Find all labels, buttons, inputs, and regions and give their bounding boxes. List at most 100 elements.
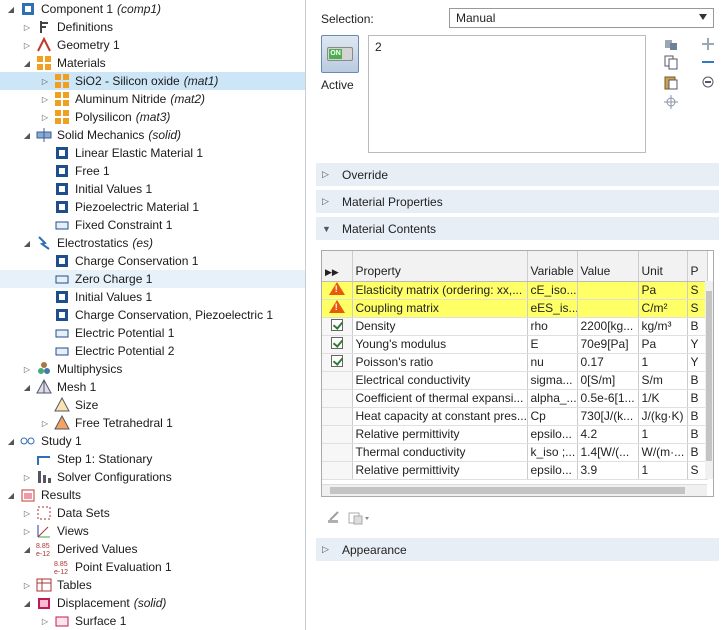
cell-unit[interactable]: Pa [638,281,688,300]
copy-icon[interactable] [662,53,680,71]
tree-item[interactable]: Fixed Constraint 1 [0,216,305,234]
tree-item[interactable]: ◢ Materials [0,54,305,72]
cell-unit[interactable]: J/(kg·K) [638,407,688,426]
table-row[interactable]: ! Coupling matrix eES_is... C/m² S [322,299,708,318]
tree-item[interactable]: Electric Potential 2 [0,342,305,360]
tree-item[interactable]: ◢ Electrostatics (es) [0,234,305,252]
add-icon[interactable] [699,35,717,53]
collapsed-arrow-icon[interactable]: ▷ [40,112,50,122]
cell-property[interactable]: Heat capacity at constant pres... [352,407,528,426]
cell-variable[interactable]: epsilo... [527,461,578,480]
tree-item[interactable]: ◢ Solid Mechanics (solid) [0,126,305,144]
zoom-to-selection-icon[interactable] [662,93,680,111]
collapsed-arrow-icon[interactable]: ▷ [40,418,50,428]
expanded-arrow-icon[interactable]: ◢ [6,436,16,446]
tree-item[interactable]: ▷ Surface 1 [0,612,305,630]
cell-property[interactable]: Young's modulus [352,335,528,354]
cell-p[interactable]: B [687,425,708,444]
active-toggle-button[interactable]: ON [321,35,359,73]
collapsed-arrow-icon[interactable]: ▷ [22,580,32,590]
cell-p[interactable]: Y [687,353,708,372]
expanded-arrow-icon[interactable]: ◢ [22,382,32,392]
cell-unit[interactable]: kg/m³ [638,317,688,336]
table-row[interactable]: Heat capacity at constant pres... Cp 730[J… [322,407,708,426]
tree-item[interactable]: ▷ Solver Configurations [0,468,305,486]
expanded-arrow-icon[interactable]: ◢ [6,490,16,500]
cell-variable[interactable]: sigma... [527,371,578,390]
cell-variable[interactable]: Cp [527,407,578,426]
table-row[interactable]: Poisson's ratio nu 0.17 1 Y [322,353,708,372]
tree-item[interactable]: Step 1: Stationary [0,450,305,468]
table-row[interactable]: Coefficient of thermal expansi... alpha_.… [322,389,708,408]
section-material-contents[interactable]: ▼ Material Contents [316,217,719,241]
cell-value[interactable]: 70e9[Pa] [577,335,639,354]
cell-p[interactable]: S [687,299,708,318]
cell-variable[interactable]: cE_iso... [527,281,578,300]
cell-value[interactable]: 0.17 [577,353,639,372]
tree-item[interactable]: ▷ Data Sets [0,504,305,522]
expanded-arrow-icon[interactable]: ◢ [22,544,32,554]
cell-p[interactable]: S [687,461,708,480]
collapsed-arrow-icon[interactable]: ▷ [40,76,50,86]
cell-variable[interactable]: alpha_... [527,389,578,408]
table-row[interactable]: Density rho 2200[kg... kg/m³ B [322,317,708,336]
tree-item[interactable]: ◢ Component 1 (comp1) [0,0,305,18]
cell-unit[interactable]: C/m² [638,299,688,318]
table-row[interactable]: Relative permittivity epsilo... 3.9 1 S [322,461,708,480]
cell-value[interactable]: 0.5e-6[1... [577,389,639,408]
tree-item[interactable]: Initial Values 1 [0,288,305,306]
tree-item[interactable]: Free 1 [0,162,305,180]
cell-property[interactable]: Density [352,317,528,336]
tree-item[interactable]: ◢ 8.85 e-12 Derived Values [0,540,305,558]
expanded-arrow-icon[interactable]: ◢ [6,4,16,14]
tree-item[interactable]: Electric Potential 1 [0,324,305,342]
cell-variable[interactable]: rho [527,317,578,336]
table-row[interactable]: ! Elasticity matrix (ordering: xx,... cE_i… [322,281,708,300]
cell-property[interactable]: Electrical conductivity [352,371,528,390]
cell-p[interactable]: B [687,407,708,426]
section-material-properties[interactable]: ▷ Material Properties [316,190,719,214]
cell-p[interactable]: B [687,443,708,462]
tree-item[interactable]: ▷ Free Tetrahedral 1 [0,414,305,432]
tree-item[interactable]: Linear Elastic Material 1 [0,144,305,162]
cell-value[interactable] [577,299,639,318]
cell-value[interactable]: 3.9 [577,461,639,480]
expanded-arrow-icon[interactable]: ◢ [22,238,32,248]
cell-property[interactable]: Coefficient of thermal expansi... [352,389,528,408]
selection-list-item[interactable]: 2 [375,40,639,54]
cell-unit[interactable]: 1 [638,353,688,372]
tree-item[interactable]: ▷ Polysilicon (mat3) [0,108,305,126]
tree-item[interactable]: Piezoelectric Material 1 [0,198,305,216]
cell-property[interactable]: Coupling matrix [352,299,528,318]
tree-item[interactable]: ◢ Mesh 1 [0,378,305,396]
selection-dropdown[interactable]: Manual [449,8,714,28]
table-row[interactable]: Thermal conductivity k_iso ;... 1.4[W/(...… [322,443,708,462]
tree-item[interactable]: Charge Conservation, Piezoelectric 1 [0,306,305,324]
cell-p[interactable]: B [687,371,708,390]
tree-item[interactable]: ▷ Multiphysics [0,360,305,378]
cell-property[interactable]: Elasticity matrix (ordering: xx,... [352,281,528,300]
tree-item[interactable]: ▷ SiO2 - Silicon oxide (mat1) [0,72,305,90]
column-property[interactable]: Property [352,251,528,282]
table-horizontal-scrollbar[interactable] [322,484,707,496]
cell-unit[interactable]: W/(m·... [638,443,688,462]
expanded-arrow-icon[interactable]: ◢ [22,598,32,608]
paste-icon[interactable] [662,73,680,91]
tree-item[interactable]: 8.85 e-12 Point Evaluation 1 [0,558,305,576]
cell-unit[interactable]: 1 [638,461,688,480]
scrollbar-thumb[interactable] [706,291,712,461]
tree-item[interactable]: Charge Conservation 1 [0,252,305,270]
cell-unit[interactable]: Pa [638,335,688,354]
collapsed-arrow-icon[interactable]: ▷ [22,526,32,536]
cell-variable[interactable]: E [527,335,578,354]
cell-value[interactable]: 730[J/(k... [577,407,639,426]
cell-value[interactable]: 0[S/m] [577,371,639,390]
table-row[interactable]: Electrical conductivity sigma... 0[S/m] S/m… [322,371,708,390]
collapsed-arrow-icon[interactable]: ▷ [40,616,50,626]
cell-unit[interactable]: 1 [638,425,688,444]
collapsed-arrow-icon[interactable]: ▷ [22,364,32,374]
collapsed-arrow-icon[interactable]: ▷ [22,22,32,32]
section-override[interactable]: ▷ Override [316,163,719,187]
cell-property[interactable]: Relative permittivity [352,425,528,444]
edit-icon[interactable] [326,510,342,529]
